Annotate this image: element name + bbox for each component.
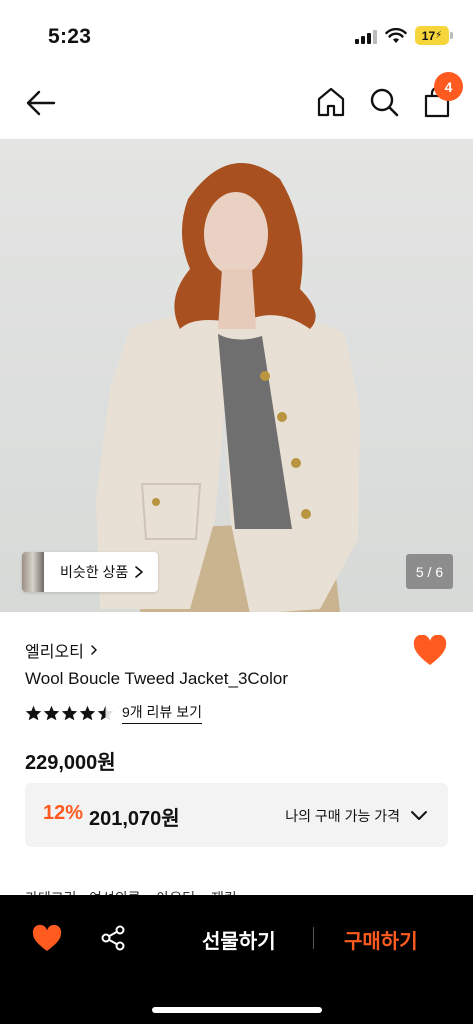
battery-icon: 17 ⚡	[415, 26, 453, 45]
star-icon	[43, 705, 60, 721]
star-icon	[79, 705, 96, 721]
cart-count-badge: 4	[434, 72, 463, 101]
rating-stars	[25, 705, 114, 721]
status-time: 5:23	[48, 25, 92, 48]
similar-products-label: 비슷한 상품	[60, 564, 129, 580]
buy-button[interactable]: 구매하기	[344, 925, 418, 954]
brand-link[interactable]: 엘리오티	[25, 638, 98, 662]
chevron-right-icon	[135, 566, 144, 578]
product-name: Wool Boucle Tweed Jacket_3Color	[25, 669, 289, 688]
discount-rate: 12%	[43, 802, 84, 824]
image-counter: 5 / 6	[406, 554, 453, 589]
original-price: 229,000원	[25, 752, 116, 774]
wishlist-heart-icon[interactable]	[32, 925, 62, 953]
half-star-icon	[97, 705, 114, 721]
similar-products-button[interactable]: 비슷한 상품	[22, 552, 159, 592]
share-icon[interactable]	[99, 924, 127, 952]
wifi-icon	[385, 27, 407, 43]
product-photo	[96, 163, 360, 612]
divider	[313, 927, 314, 949]
product-image[interactable]: 비슷한 상품 5 / 6	[0, 139, 473, 612]
gift-button[interactable]: 선물하기	[202, 925, 276, 954]
top-nav: 4	[0, 70, 473, 138]
final-price: 201,070원	[89, 808, 180, 830]
back-arrow-icon[interactable]	[24, 86, 58, 120]
brand-name: 엘리오티	[25, 644, 84, 661]
like-heart-icon[interactable]	[413, 635, 447, 667]
star-icon	[25, 705, 42, 721]
status-icons: 17 ⚡	[355, 26, 453, 45]
bottom-action-bar: 선물하기 구매하기	[0, 895, 473, 1024]
star-icon	[61, 705, 78, 721]
my-price-dropdown[interactable]: 12% 201,070원 나의 구매 가능 가격	[25, 783, 448, 847]
battery-level: 17	[421, 28, 436, 43]
view-reviews-link[interactable]: 9개 리뷰 보기	[122, 702, 202, 724]
search-icon[interactable]	[368, 85, 400, 119]
status-bar: 5:23 17 ⚡	[0, 0, 473, 70]
home-indicator	[152, 1007, 322, 1013]
home-icon[interactable]	[315, 85, 347, 119]
my-price-label: 나의 구매 가능 가격	[285, 808, 400, 824]
chevron-right-icon	[91, 645, 97, 655]
rating-row: 9개 리뷰 보기	[25, 702, 202, 724]
cellular-signal-icon	[355, 28, 377, 44]
chevron-down-icon	[411, 811, 427, 820]
similar-product-thumbnail	[22, 552, 44, 592]
